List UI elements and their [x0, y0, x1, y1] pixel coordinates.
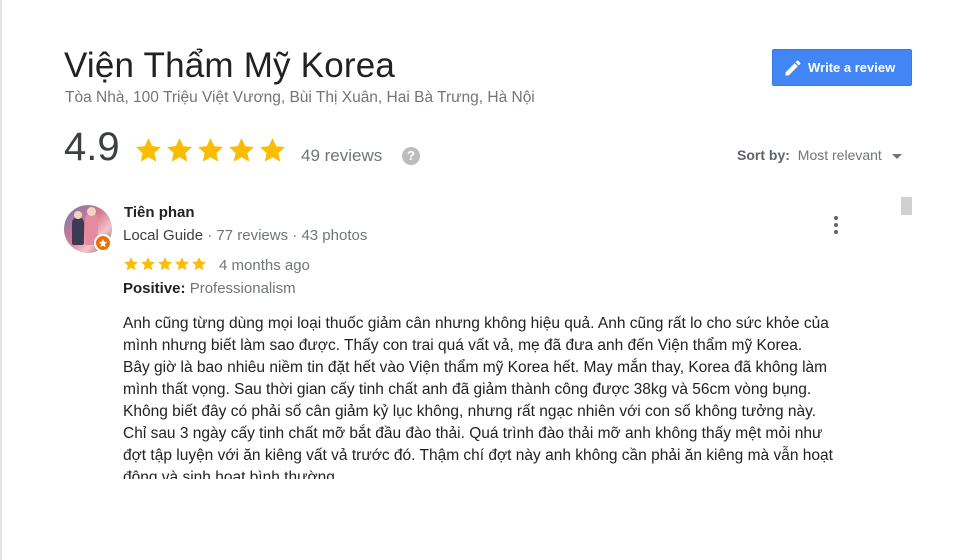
avatar-figure: [72, 217, 84, 245]
reviewer-photo-count: 43 photos: [301, 227, 368, 244]
meta-separator: ·: [207, 227, 213, 244]
star-icon: [175, 257, 189, 271]
more-options-icon[interactable]: [826, 214, 846, 236]
sort-dropdown[interactable]: Sort by: Most relevant: [737, 147, 902, 163]
review-text-line: Anh cũng từng dùng mọi loại thuốc giảm c…: [123, 315, 829, 332]
review-text-line: Không biết đây có phải số cân giảm kỷ lụ…: [123, 403, 817, 420]
review-text-line: đợt tập luyện với ăn kiêng vất vả trước …: [123, 447, 833, 464]
review-count-link[interactable]: 49 reviews: [301, 146, 382, 166]
star-icon: [229, 138, 254, 162]
meta-separator: ·: [292, 227, 298, 244]
pencil-icon: [785, 60, 801, 76]
reviewer-review-count: 77 reviews: [216, 227, 289, 244]
window-edge: [0, 0, 2, 560]
average-rating: 4.9: [64, 125, 120, 169]
write-review-label: Write a review: [808, 60, 896, 75]
star-icon: [167, 138, 192, 162]
review-text-line: Bây giờ là bao nhiêu niềm tin đặt hết và…: [123, 359, 828, 376]
star-icon: [198, 138, 223, 162]
reviewer-meta: Local Guide · 77 reviews · 43 photos: [123, 227, 367, 244]
star-icon: [260, 138, 285, 162]
positive-value: Professionalism: [189, 280, 296, 297]
review-text-line: động và sinh hoạt bình thường.: [123, 469, 340, 479]
positive-label: Positive:: [123, 280, 186, 297]
reviewer-name[interactable]: Tiên phan: [124, 204, 195, 221]
star-icon: [141, 257, 155, 271]
star-icon: [158, 257, 172, 271]
review-text: Anh cũng từng dùng mọi loại thuốc giảm c…: [123, 313, 883, 479]
star-icon: [192, 257, 206, 271]
review-stars: [123, 256, 207, 272]
review-text-line: Chỉ sau 3 ngày cấy tinh chất mỡ bắt đầu …: [123, 425, 823, 442]
star-icon: [124, 257, 138, 271]
caret-down-icon: [891, 153, 902, 159]
avatar-figure-head: [87, 207, 96, 216]
rating-stars: [134, 136, 287, 165]
sort-value: Most relevant: [797, 147, 882, 163]
review-text-line: mình nhưng biết làm sao được. Thấy con t…: [123, 337, 803, 354]
avatar-figure-head: [74, 211, 82, 219]
local-guide-label: Local Guide: [123, 227, 204, 244]
star-icon: [136, 138, 161, 162]
sort-label: Sort by:: [737, 147, 790, 163]
place-title: Viện Thẩm Mỹ Korea: [64, 46, 396, 85]
local-guide-badge-icon: [94, 234, 112, 252]
scrollbar-thumb[interactable]: [901, 197, 912, 215]
review-text-line: mình thất vọng. Sau thời gian cấy tinh c…: [123, 381, 812, 398]
place-address: Tòa Nhà, 100 Triệu Việt Vương, Bùi Thị X…: [65, 89, 535, 106]
write-review-button[interactable]: Write a review: [772, 49, 912, 86]
help-icon[interactable]: ?: [402, 147, 420, 165]
review-positive: Positive: Professionalism: [123, 280, 296, 297]
review-time: 4 months ago: [219, 257, 310, 274]
